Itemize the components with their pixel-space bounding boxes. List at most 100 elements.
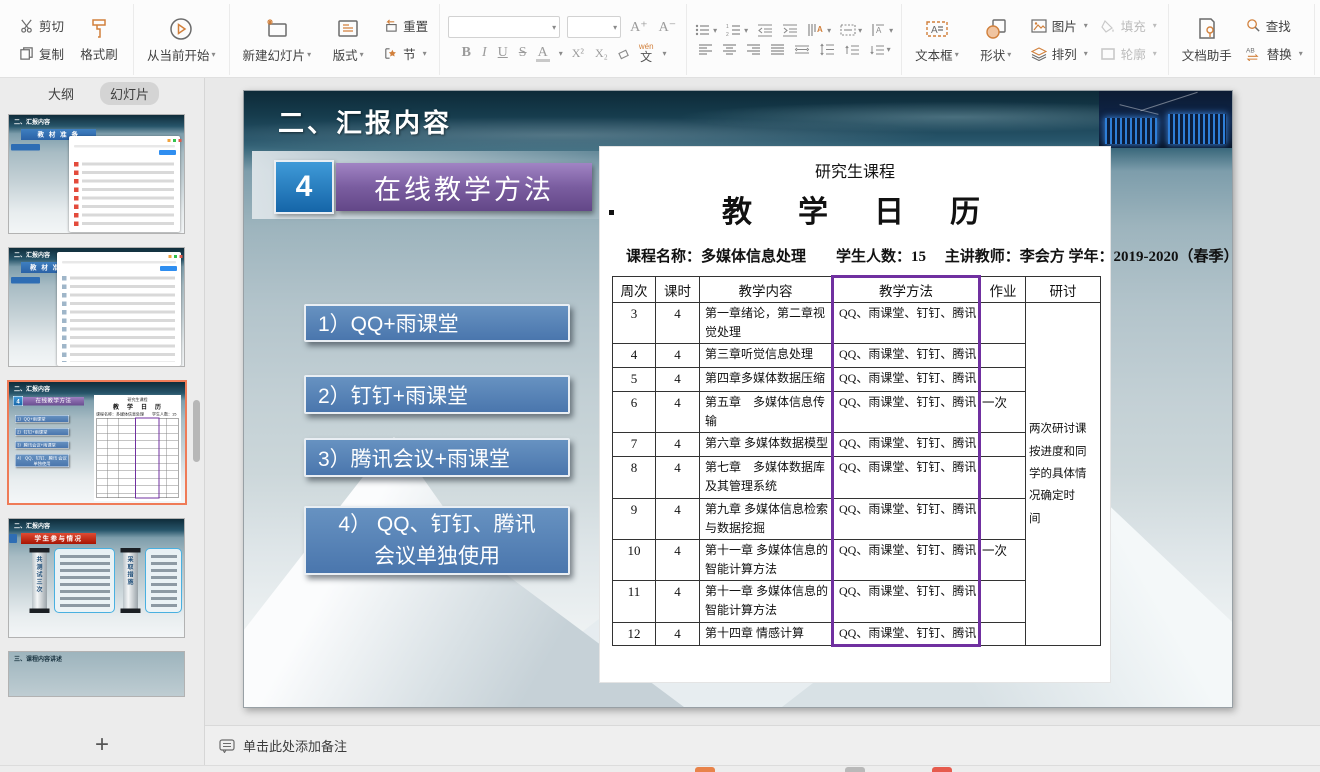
thumb4-textbox-2 (145, 548, 182, 613)
clear-format-icon[interactable] (617, 46, 632, 61)
shrink-font-button[interactable]: A⁻ (657, 19, 679, 36)
method-box-4[interactable]: 4） QQ、钉钉、腾讯 会议单独使用 (304, 506, 570, 575)
layout-button[interactable]: 版式▾ (322, 14, 374, 66)
copy-button[interactable]: 复制 (16, 42, 67, 66)
subscript-button[interactable]: X₂ (593, 46, 610, 61)
number-badge[interactable]: 4 (274, 160, 334, 214)
thumb2-file-icons (62, 276, 67, 362)
calendar-title: 教 学 日 历 (600, 187, 1110, 231)
cell-content: 第六章 多媒体数据模型 (700, 433, 833, 457)
cell-homework (980, 344, 1026, 368)
tab-slides[interactable]: 幻灯片 (100, 82, 159, 105)
character-spacing-button[interactable]: A▾ (871, 23, 893, 37)
teaching-calendar-table[interactable]: 周次 课时 教学内容 教学方法 作业 研讨 34第一章绪论，第二章视觉处理QQ、… (612, 275, 1101, 647)
line-spacing-button[interactable] (819, 43, 835, 56)
picture-button[interactable]: 图片▾ (1028, 14, 1091, 38)
align-right-button[interactable] (746, 43, 761, 56)
arrange-button[interactable]: 排列▾ (1028, 42, 1091, 66)
format-painter-button[interactable]: 格式刷 (73, 15, 125, 65)
para-space-before-button[interactable] (844, 43, 860, 56)
strikethrough-button[interactable]: S (517, 45, 529, 61)
fill-button: 填充▾ (1097, 14, 1160, 38)
slide-thumbnail-2[interactable]: 二、汇报内容 教 材 准 备 (8, 247, 185, 367)
topic-banner[interactable]: 在线教学方法 (336, 163, 592, 211)
play-from-current-button[interactable]: 从当前开始▾ (142, 14, 221, 66)
increase-indent-button[interactable] (782, 23, 798, 37)
decrease-indent-button[interactable] (757, 23, 773, 37)
reset-button[interactable]: 重置 (380, 14, 431, 38)
cell-hours: 4 (656, 498, 700, 539)
slide-canvas[interactable]: 二、汇报内容 4 在线教学方法 1）QQ+雨课堂 2）钉钉+雨课堂 3）腾讯会议… (243, 90, 1233, 708)
thumb3-method-4: 4） QQ、钉钉、腾讯 会议单独使用 (15, 454, 69, 467)
thumb2-file-rows (70, 277, 175, 363)
font-name-combobox[interactable]: ▾ (448, 16, 560, 38)
thumb1-file-icons (74, 162, 79, 227)
text-frame-button[interactable]: ▾ (840, 23, 862, 37)
notes-bar[interactable]: 单击此处添加备注 (205, 725, 1320, 765)
cell-week: 5 (613, 368, 656, 392)
thumb2-window-dots (174, 255, 177, 258)
arrange-label: 排列 (1052, 44, 1077, 63)
cell-content: 第五章 多媒体信息传输 (700, 391, 833, 432)
slide-thumbnail-5[interactable]: 三、课程内容讲述 (8, 651, 185, 697)
distribute-button[interactable] (794, 43, 810, 56)
cell-week: 11 (613, 581, 656, 622)
method-box-1[interactable]: 1）QQ+雨课堂 (304, 304, 570, 342)
align-center-button[interactable] (722, 43, 737, 56)
bold-button[interactable]: B (460, 45, 473, 61)
doc-assistant-button[interactable]: 文档助手 (1177, 14, 1237, 66)
slide-thumbnail-1[interactable]: 二、汇报内容 教 材 准 备 (8, 114, 185, 234)
bullet-list-button[interactable]: ▾ (695, 23, 717, 37)
increase-indent-icon (782, 23, 798, 37)
underline-button[interactable]: U (496, 45, 510, 61)
cell-content: 第三章听觉信息处理 (700, 344, 833, 368)
course-type: 研究生课程 (600, 158, 1110, 182)
arrange-icon (1031, 47, 1047, 61)
method-box-2[interactable]: 2）钉钉+雨课堂 (304, 375, 570, 414)
thumb4-scroll-right-text: 采取措施 (126, 556, 135, 611)
shapes-icon (983, 16, 1009, 42)
italic-button[interactable]: I (480, 45, 489, 61)
cell-hours: 4 (656, 303, 700, 344)
cut-button[interactable]: 剪切 (16, 14, 67, 38)
section-button[interactable]: 节▾ (380, 42, 431, 66)
thumbnail-scrollbar[interactable] (193, 400, 200, 462)
thumb3-method-1: 1）QQ+雨课堂 (15, 415, 69, 423)
shapes-button[interactable]: 形状▾ (970, 14, 1022, 66)
slide-panel: 大纲 幻灯片 二、汇报内容 教 材 准 备 (0, 78, 205, 765)
textbox-button[interactable]: A 文本框▾ (910, 14, 964, 66)
tab-outline[interactable]: 大纲 (38, 82, 84, 105)
align-center-icon (722, 43, 737, 56)
add-slide-button[interactable]: + (95, 733, 109, 757)
cell-homework: 一次 (980, 539, 1026, 580)
replace-button[interactable]: AB 替换▾ (1243, 42, 1306, 66)
grow-font-button[interactable]: A⁺ (628, 19, 650, 36)
taskbar-app-1[interactable] (695, 767, 715, 772)
font-color-button[interactable]: A (536, 45, 550, 61)
thumb3-highlight-column (135, 418, 159, 499)
thumb1-title: 二、汇报内容 (14, 118, 50, 127)
font-size-combobox[interactable]: ▾ (567, 16, 621, 38)
taskbar-app-3[interactable] (932, 767, 952, 772)
numbered-list-button[interactable]: 12▾ (726, 23, 748, 37)
method-box-3[interactable]: 3）腾讯会议+雨课堂 (304, 438, 570, 477)
find-button[interactable]: 查找 (1243, 14, 1306, 38)
text-direction-button[interactable]: A▾ (807, 23, 831, 37)
new-slide-button[interactable]: 新建幻灯片▾ (238, 14, 317, 66)
justify-button[interactable] (770, 43, 785, 56)
para-space-after-icon (869, 43, 885, 56)
taskbar-app-2[interactable] (845, 767, 865, 772)
slide-section-title[interactable]: 二、汇报内容 (278, 103, 452, 140)
text-frame-icon (840, 23, 856, 37)
superscript-button[interactable]: X² (570, 46, 586, 61)
slide-thumbnail-3-selected[interactable]: 二、汇报内容 4 在线教学方法 1）QQ+雨课堂 2）钉钉+雨课堂 3）腾讯会议… (7, 380, 187, 505)
copy-label: 复制 (39, 44, 64, 63)
pinyin-guide-button[interactable]: wén文 (639, 43, 654, 63)
slide-thumbnail-4[interactable]: 二、汇报内容 学生参与情况 共测试三次 采取措施 (8, 518, 185, 638)
cell-content: 第四章多媒体数据压缩 (700, 368, 833, 392)
header-content: 教学内容 (700, 277, 833, 303)
header-homework: 作业 (980, 277, 1026, 303)
align-left-button[interactable] (698, 43, 713, 56)
para-space-after-button[interactable]: ▾ (869, 43, 891, 56)
calendar-document-panel[interactable]: 研究生课程 教 学 日 历 课程名称：多媒体信息处理 学生人数：15 主讲教师：… (599, 146, 1111, 683)
